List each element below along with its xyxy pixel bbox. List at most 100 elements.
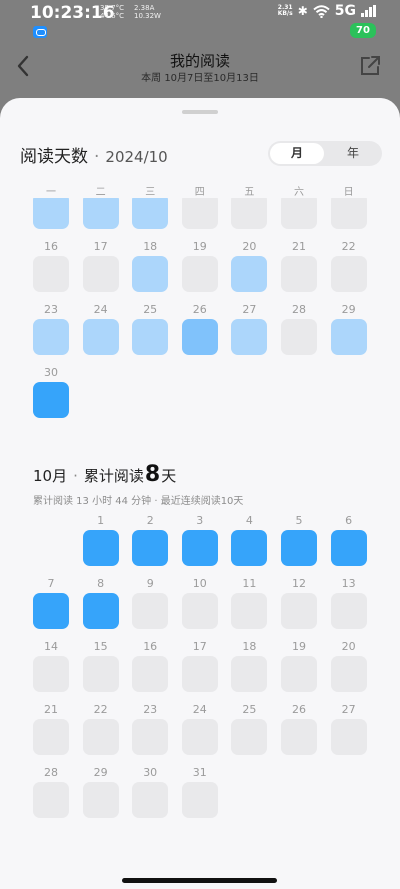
calendar-day[interactable]: 18 <box>132 240 169 292</box>
calendar-day[interactable]: 3 <box>181 514 218 566</box>
day-cell[interactable] <box>82 719 119 755</box>
calendar-day[interactable] <box>33 198 69 229</box>
calendar-day[interactable]: 19 <box>281 640 317 692</box>
day-cell[interactable] <box>82 593 119 629</box>
day-cell[interactable] <box>281 319 317 355</box>
calendar-day[interactable]: 10 <box>181 577 218 629</box>
day-cell[interactable] <box>281 530 317 566</box>
day-cell[interactable] <box>132 656 169 692</box>
day-cell[interactable] <box>33 198 69 229</box>
day-cell[interactable] <box>82 530 119 566</box>
day-cell[interactable] <box>231 256 268 292</box>
day-cell[interactable] <box>330 719 367 755</box>
calendar-day[interactable]: 2 <box>132 514 169 566</box>
day-cell[interactable] <box>181 530 218 566</box>
calendar-day[interactable]: 25 <box>231 703 268 755</box>
calendar-day[interactable] <box>330 198 367 229</box>
calendar-day[interactable]: 30 <box>132 766 169 818</box>
calendar-day[interactable]: 17 <box>181 640 218 692</box>
day-cell[interactable] <box>181 656 218 692</box>
day-cell[interactable] <box>33 782 69 818</box>
calendar-day[interactable]: 28 <box>281 303 317 355</box>
day-cell[interactable] <box>82 656 119 692</box>
day-cell[interactable] <box>231 198 268 229</box>
calendar-day[interactable]: 30 <box>33 366 69 418</box>
day-cell[interactable] <box>330 256 367 292</box>
day-cell[interactable] <box>132 719 169 755</box>
day-cell[interactable] <box>231 719 268 755</box>
calendar-day[interactable]: 23 <box>132 703 169 755</box>
calendar-day[interactable]: 1 <box>82 514 119 566</box>
day-cell[interactable] <box>330 656 367 692</box>
calendar-day[interactable]: 21 <box>281 240 317 292</box>
calendar-day[interactable]: 12 <box>281 577 317 629</box>
day-cell[interactable] <box>33 256 69 292</box>
day-cell[interactable] <box>231 656 268 692</box>
day-cell[interactable] <box>281 198 317 229</box>
calendar-day[interactable] <box>132 198 169 229</box>
calendar-day[interactable]: 15 <box>82 640 119 692</box>
calendar-day[interactable] <box>82 198 119 229</box>
calendar-day[interactable]: 24 <box>181 703 218 755</box>
calendar-day[interactable]: 14 <box>33 640 69 692</box>
calendar-day[interactable]: 5 <box>281 514 317 566</box>
calendar-day[interactable]: 19 <box>181 240 218 292</box>
calendar-day[interactable]: 16 <box>132 640 169 692</box>
day-cell[interactable] <box>231 530 268 566</box>
day-cell[interactable] <box>330 593 367 629</box>
day-cell[interactable] <box>281 656 317 692</box>
calendar-day[interactable]: 18 <box>231 640 268 692</box>
reading-days-calendar[interactable]: 16 17 18 19 20 21 22 23 24 25 26 27 28 29 30 <box>0 198 400 458</box>
month-year-toggle[interactable]: 月 年 <box>268 141 382 166</box>
day-cell[interactable] <box>82 319 119 355</box>
calendar-day[interactable]: 17 <box>82 240 119 292</box>
day-cell[interactable] <box>330 319 367 355</box>
calendar-day[interactable]: 21 <box>33 703 69 755</box>
calendar-day[interactable]: 20 <box>231 240 268 292</box>
day-cell[interactable] <box>181 198 218 229</box>
day-cell[interactable] <box>33 593 69 629</box>
home-indicator[interactable] <box>122 878 277 883</box>
calendar-day[interactable]: 24 <box>82 303 119 355</box>
day-cell[interactable] <box>82 782 119 818</box>
day-cell[interactable] <box>33 382 69 418</box>
calendar-day[interactable]: 20 <box>330 640 367 692</box>
sheet-grip[interactable] <box>182 110 218 114</box>
share-icon[interactable] <box>358 54 382 78</box>
day-cell[interactable] <box>132 593 169 629</box>
calendar-day[interactable]: 25 <box>132 303 169 355</box>
calendar-day[interactable]: 31 <box>181 766 218 818</box>
day-cell[interactable] <box>181 256 218 292</box>
day-cell[interactable] <box>82 256 119 292</box>
calendar-day[interactable]: 28 <box>33 766 69 818</box>
calendar-day[interactable]: 7 <box>33 577 69 629</box>
day-cell[interactable] <box>33 656 69 692</box>
day-cell[interactable] <box>181 319 218 355</box>
day-cell[interactable] <box>281 256 317 292</box>
calendar-day[interactable]: 22 <box>82 703 119 755</box>
day-cell[interactable] <box>330 530 367 566</box>
calendar-day[interactable]: 29 <box>330 303 367 355</box>
calendar-day[interactable]: 11 <box>231 577 268 629</box>
calendar-day[interactable]: 23 <box>33 303 69 355</box>
day-cell[interactable] <box>132 198 169 229</box>
day-cell[interactable] <box>281 593 317 629</box>
toggle-month[interactable]: 月 <box>270 143 324 164</box>
calendar-day[interactable]: 8 <box>82 577 119 629</box>
calendar-day[interactable]: 27 <box>231 303 268 355</box>
calendar-day[interactable]: 16 <box>33 240 69 292</box>
day-cell[interactable] <box>132 319 169 355</box>
day-cell[interactable] <box>132 530 169 566</box>
day-cell[interactable] <box>132 782 169 818</box>
calendar-day[interactable]: 26 <box>181 303 218 355</box>
calendar-day[interactable] <box>281 198 317 229</box>
calendar-day[interactable]: 26 <box>281 703 317 755</box>
day-cell[interactable] <box>281 719 317 755</box>
day-cell[interactable] <box>181 782 218 818</box>
day-cell[interactable] <box>330 198 367 229</box>
day-cell[interactable] <box>181 593 218 629</box>
day-cell[interactable] <box>82 198 119 229</box>
calendar-day[interactable]: 29 <box>82 766 119 818</box>
day-cell[interactable] <box>231 593 268 629</box>
day-cell[interactable] <box>33 719 69 755</box>
